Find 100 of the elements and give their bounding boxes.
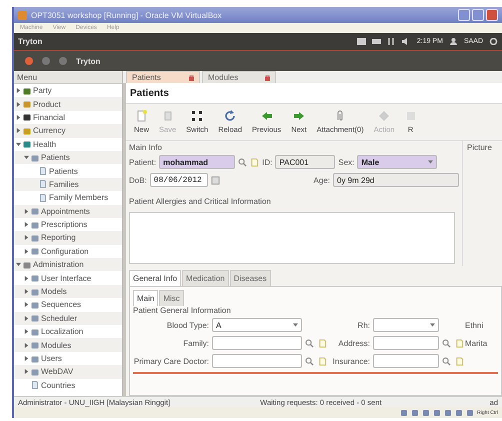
expander-icon[interactable] xyxy=(24,155,29,160)
expander-icon[interactable] xyxy=(24,289,29,294)
tree-item[interactable]: Reporting xyxy=(14,231,122,245)
tree-item[interactable]: Localization xyxy=(14,325,122,338)
tab[interactable]: Main xyxy=(133,290,158,306)
tab[interactable]: Misc xyxy=(159,290,184,306)
input-field[interactable]: mohammad xyxy=(159,155,236,170)
section-label: Patient Allergies and Critical Information xyxy=(129,196,272,206)
search-icon xyxy=(238,158,248,167)
tree-item[interactable]: Scheduler xyxy=(14,312,122,326)
expander-icon[interactable] xyxy=(24,208,29,214)
tree-item[interactable]: Patients xyxy=(14,164,122,178)
expander-icon[interactable] xyxy=(24,316,29,321)
field-label: Marita xyxy=(465,338,488,348)
select-field[interactable]: A xyxy=(212,318,302,332)
date-field[interactable]: 08/06/2012 xyxy=(150,173,208,188)
user-icon xyxy=(448,38,458,45)
form-title: Patients xyxy=(126,83,502,104)
close-button[interactable] xyxy=(486,9,498,21)
app-icon xyxy=(18,10,27,20)
field-label: DoB: xyxy=(129,176,147,185)
select-field[interactable] xyxy=(373,318,439,332)
select-field[interactable]: Male xyxy=(357,155,438,170)
tree-item[interactable]: Appointments xyxy=(14,204,122,218)
tree-item[interactable]: Users xyxy=(14,352,122,366)
expander-icon[interactable] xyxy=(24,222,29,228)
expander-icon[interactable] xyxy=(24,302,29,308)
window-title: Tryton xyxy=(76,56,100,66)
switch-icon xyxy=(191,110,204,122)
field-label: Ethni xyxy=(465,320,484,330)
input-field[interactable] xyxy=(212,336,302,350)
tab[interactable]: General Info xyxy=(129,270,182,286)
field-label: Rh: xyxy=(356,320,370,330)
tree-item[interactable]: Prescriptions xyxy=(14,218,122,232)
expander-icon[interactable] xyxy=(16,262,21,268)
tree-item[interactable]: Currency xyxy=(14,124,122,138)
field-label: Patient: xyxy=(129,158,156,167)
input-field[interactable]: PAC001 xyxy=(275,155,336,170)
reload-icon xyxy=(224,110,236,122)
tree-item[interactable]: Health xyxy=(14,138,122,151)
search-icon xyxy=(305,356,314,366)
input-field[interactable] xyxy=(212,354,302,368)
input-field[interactable] xyxy=(373,354,439,368)
battery-icon[interactable] xyxy=(372,38,381,45)
search-icon xyxy=(305,338,314,348)
tab[interactable]: Modules xyxy=(202,71,276,83)
next-icon xyxy=(292,110,305,122)
app-name: Tryton xyxy=(18,37,42,46)
input-field[interactable] xyxy=(373,336,439,350)
section-label: Picture xyxy=(467,143,492,152)
folder-icon xyxy=(31,154,39,162)
expander-icon[interactable] xyxy=(16,88,21,94)
expander-icon[interactable] xyxy=(24,329,29,334)
field-label: Blood Type: xyxy=(166,320,209,330)
expander-icon[interactable] xyxy=(24,356,29,361)
save-icon xyxy=(162,110,174,122)
expander-icon[interactable] xyxy=(16,128,21,134)
caret-icon xyxy=(430,323,435,327)
expander-icon[interactable] xyxy=(24,276,29,281)
search-icon xyxy=(442,338,451,348)
tree-item[interactable]: Patients xyxy=(14,150,122,164)
tab[interactable]: Diseases xyxy=(230,270,271,286)
tree-item[interactable]: Family Members xyxy=(14,191,122,205)
expander-icon[interactable] xyxy=(16,114,21,120)
tab[interactable]: Patients xyxy=(126,71,200,83)
close-icon[interactable] xyxy=(189,74,194,80)
tree-item[interactable]: Families xyxy=(14,178,122,192)
tab[interactable]: Medication xyxy=(182,270,229,286)
tree-item[interactable]: Administration xyxy=(14,258,122,272)
caret-icon xyxy=(428,160,434,164)
field-label: Insurance: xyxy=(332,356,370,366)
close-button[interactable] xyxy=(25,57,33,65)
expander-icon[interactable] xyxy=(24,235,29,240)
tree-item[interactable]: Product xyxy=(14,97,122,111)
search-icon xyxy=(442,356,451,366)
tree-item[interactable]: Sequences xyxy=(14,298,122,312)
window-title: OPT3051 workshop [Running] - Oracle VM VirtualBox xyxy=(31,10,222,20)
expander-icon[interactable] xyxy=(24,369,29,374)
expander-icon[interactable] xyxy=(24,342,29,348)
expander-icon[interactable] xyxy=(24,248,29,254)
close-icon[interactable] xyxy=(265,74,270,80)
expander-icon[interactable] xyxy=(16,102,21,107)
tree-item[interactable]: WebDAV xyxy=(14,365,122,379)
field-label: Family: xyxy=(182,338,209,348)
field-label: Sex: xyxy=(338,158,354,167)
caret-icon xyxy=(293,323,298,327)
tree-item[interactable]: Countries xyxy=(14,378,122,392)
tree-item[interactable]: Modules xyxy=(14,338,122,352)
calendar-icon xyxy=(210,176,220,185)
input-field[interactable]: 0y 9m 29d xyxy=(333,173,459,188)
new-icon xyxy=(136,110,148,122)
tree-item[interactable]: User Interface xyxy=(14,271,122,285)
tree-item[interactable]: Party xyxy=(14,84,122,98)
expander-icon[interactable] xyxy=(16,142,21,147)
document-icon xyxy=(31,381,39,390)
tree-item[interactable]: Configuration xyxy=(14,244,122,258)
tree-item[interactable]: Financial xyxy=(14,110,122,124)
field-label: Age: xyxy=(314,176,330,185)
tree-item[interactable]: Models xyxy=(14,284,122,298)
section-label: Patient General Information xyxy=(133,306,231,315)
